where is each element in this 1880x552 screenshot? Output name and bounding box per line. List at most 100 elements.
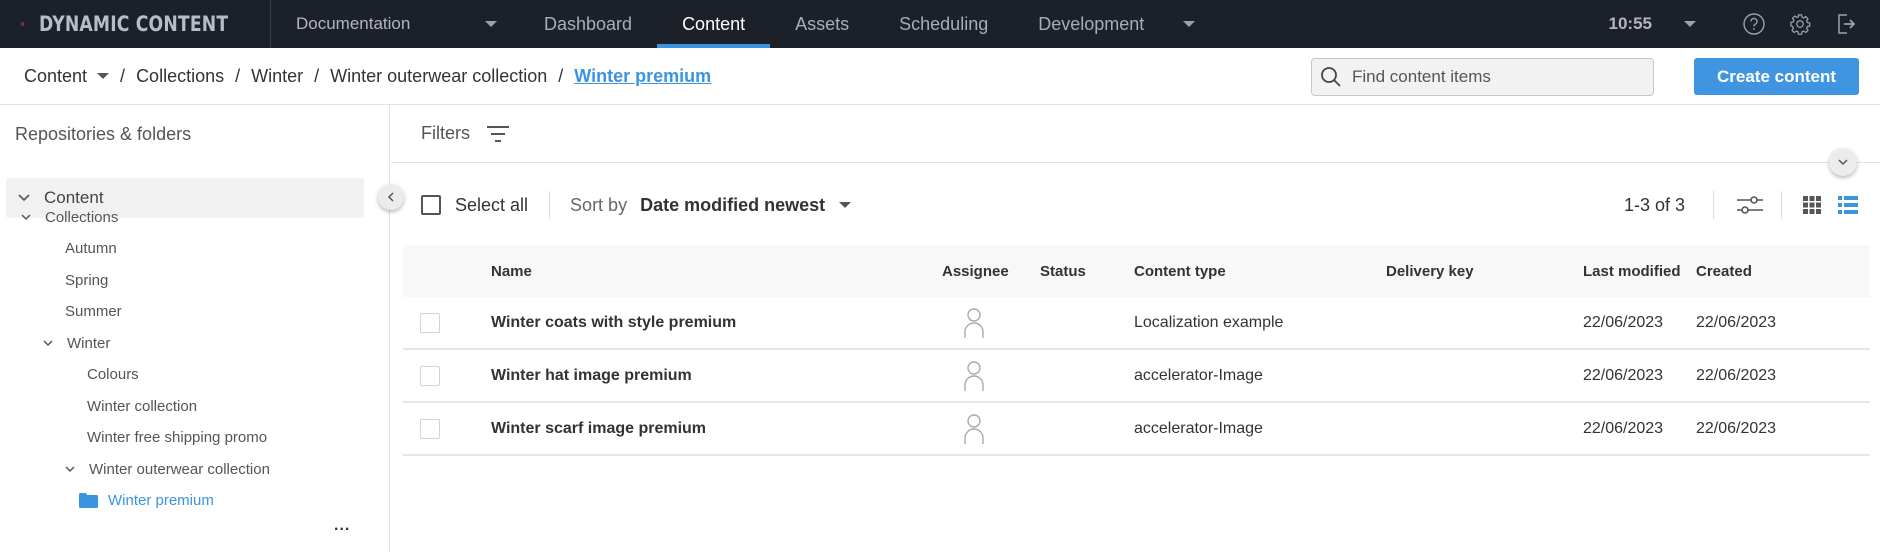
search-input[interactable] xyxy=(1352,67,1632,87)
content-item-name[interactable]: Winter hat image premium xyxy=(491,350,692,401)
tree-item-summer[interactable]: Summer xyxy=(65,298,122,324)
content-item-name[interactable]: Winter coats with style premium xyxy=(491,297,736,348)
gear-icon[interactable] xyxy=(1788,12,1812,36)
brand-name: DYNAMIC CONTENT xyxy=(39,12,229,36)
tree-item-winter-premium[interactable]: Winter premium xyxy=(79,487,214,513)
expand-filters-button[interactable] xyxy=(1829,148,1857,176)
breadcrumb-separator: / xyxy=(314,65,320,86)
column-header-assignee[interactable]: Assignee xyxy=(942,245,1009,297)
tree-item-label: Winter premium xyxy=(108,491,214,509)
collapse-sidebar-button[interactable] xyxy=(378,184,404,210)
table-row[interactable]: Winter coats with style premium Localiza… xyxy=(403,297,1870,350)
column-header-delivery-key[interactable]: Delivery key xyxy=(1386,245,1474,297)
logout-icon[interactable] xyxy=(1834,12,1858,36)
tree-item-label: Winter collection xyxy=(87,397,198,415)
row-checkbox[interactable] xyxy=(420,312,440,333)
breadcrumb-separator: / xyxy=(558,65,564,86)
clock-dropdown-icon[interactable] xyxy=(1684,21,1696,27)
create-content-button[interactable]: Create content xyxy=(1694,58,1859,95)
grid-view-icon[interactable] xyxy=(1803,196,1821,214)
breadcrumb-current[interactable]: Winter premium xyxy=(574,66,711,87)
tree-item-label: Winter free shipping promo xyxy=(87,428,268,446)
sort-dropdown[interactable]: Date modified newest xyxy=(640,195,825,216)
search-box xyxy=(1311,58,1654,96)
tree-item-label: Spring xyxy=(65,271,109,289)
table-header: Name Assignee Status Content type Delive… xyxy=(403,245,1870,297)
last-modified: 22/06/2023 xyxy=(1583,366,1664,384)
hub-name: Documentation xyxy=(296,14,411,33)
clock: 10:55 xyxy=(1608,14,1652,33)
select-all-label: Select all xyxy=(455,194,529,215)
breadcrumb-separator: / xyxy=(120,65,126,86)
created-date: 22/06/2023 xyxy=(1696,366,1777,384)
tree-item-label: Autumn xyxy=(65,239,117,257)
tree-item-winter[interactable]: Winter xyxy=(41,330,110,356)
tree-item-label: Colours xyxy=(87,365,139,383)
column-header-name[interactable]: Name xyxy=(491,245,532,297)
column-header-status[interactable]: Status xyxy=(1040,245,1086,297)
filters-label[interactable]: Filters xyxy=(421,123,470,144)
chevron-down-icon xyxy=(19,213,33,221)
content-type: accelerator-Image xyxy=(1134,419,1263,437)
tree-item-label: Winter outerwear collection xyxy=(89,460,270,478)
chevron-down-icon xyxy=(1838,158,1848,165)
breadcrumb: Content / Collections / Winter / Winter … xyxy=(0,48,1880,105)
filters-bar: Filters xyxy=(391,105,1880,163)
tab-development[interactable]: Development xyxy=(1013,0,1169,48)
list-view-icon[interactable] xyxy=(1838,196,1858,214)
tab-assets[interactable]: Assets xyxy=(770,0,874,48)
tree-item-spring[interactable]: Spring xyxy=(65,267,108,293)
breadcrumb-item[interactable]: Collections xyxy=(136,66,224,87)
assignee-icon[interactable] xyxy=(964,403,984,454)
brand[interactable]: DYNAMIC CONTENT xyxy=(0,0,271,48)
tree-item-label: Collections xyxy=(45,208,119,226)
table-row[interactable]: Winter scarf image premium accelerator-I… xyxy=(403,403,1870,456)
content-toolbar: Select all Sort by Date modified newest … xyxy=(391,180,1880,230)
chevron-down-icon[interactable] xyxy=(97,73,110,79)
search-icon xyxy=(1321,67,1341,87)
tree-item-winter-free-shipping-promo[interactable]: Winter free shipping promo xyxy=(87,424,267,450)
row-checkbox[interactable] xyxy=(420,365,440,386)
sidebar-title: Repositories & folders xyxy=(15,124,192,144)
checkbox[interactable] xyxy=(421,195,441,215)
divider xyxy=(549,191,551,219)
help-circle-icon[interactable] xyxy=(1742,12,1766,36)
hub-selector[interactable]: Documentation xyxy=(271,0,511,48)
tab-content[interactable]: Content xyxy=(657,0,771,48)
breadcrumb-item[interactable]: Winter xyxy=(251,66,303,87)
tree-item-colours[interactable]: Colours xyxy=(87,361,139,387)
last-modified: 22/06/2023 xyxy=(1583,313,1664,331)
filter-icon[interactable] xyxy=(486,125,510,143)
assignee-icon[interactable] xyxy=(964,297,984,348)
sidebar: Repositories & folders Content Collectio… xyxy=(0,105,390,552)
main-nav: Dashboard Content Assets Scheduling Deve… xyxy=(519,0,1209,48)
column-header-content-type[interactable]: Content type xyxy=(1134,245,1226,297)
column-header-last-modified[interactable]: Last modified xyxy=(1583,245,1681,297)
assignee-icon[interactable] xyxy=(964,350,984,401)
divider xyxy=(1713,191,1714,219)
tree-item-winter-outerwear-collection[interactable]: Winter outerwear collection xyxy=(63,456,270,482)
breadcrumb-item[interactable]: Winter outerwear collection xyxy=(330,66,547,87)
folder-more-options-button[interactable]: ... xyxy=(334,517,350,535)
table-row[interactable]: Winter hat image premium accelerator-Ima… xyxy=(403,350,1870,403)
pagination-count: 1-3 of 3 xyxy=(1623,194,1685,215)
breadcrumb-root[interactable]: Content xyxy=(24,66,87,87)
tree-item-autumn[interactable]: Autumn xyxy=(65,235,117,261)
column-header-created[interactable]: Created xyxy=(1696,245,1752,297)
chevron-down-icon xyxy=(1183,21,1196,27)
chevron-left-icon xyxy=(387,192,394,202)
row-checkbox[interactable] xyxy=(420,418,440,439)
column-settings-icon[interactable] xyxy=(1736,193,1764,217)
sort-label: Sort by xyxy=(570,194,628,215)
tree-item-winter-collection[interactable]: Winter collection xyxy=(87,393,197,419)
tab-dashboard[interactable]: Dashboard xyxy=(519,0,657,48)
more-tabs-button[interactable] xyxy=(1169,0,1209,48)
chevron-down-icon xyxy=(63,465,77,473)
content-item-name[interactable]: Winter scarf image premium xyxy=(491,403,706,454)
tab-scheduling[interactable]: Scheduling xyxy=(874,0,1013,48)
select-all-checkbox[interactable]: Select all xyxy=(421,195,528,216)
top-navigation-bar: DYNAMIC CONTENT Documentation Dashboard … xyxy=(0,0,1880,48)
tree-item-collections[interactable]: Collections xyxy=(19,204,118,230)
folder-icon xyxy=(79,492,98,508)
chevron-down-icon[interactable] xyxy=(839,202,852,208)
